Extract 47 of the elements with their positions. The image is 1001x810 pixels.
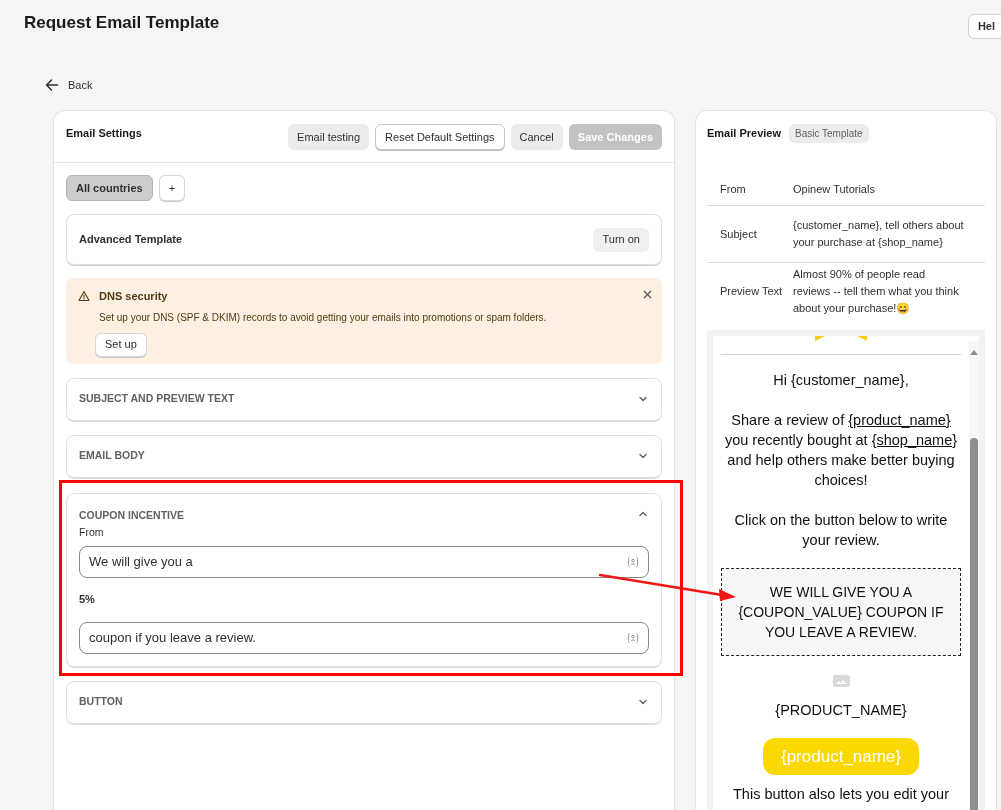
coupon-text: WE WILL GIVE YOU A {COUPON_VALUE} COUPON IF YOU LEAVE A REVIEW. bbox=[737, 583, 945, 642]
field-label: From bbox=[79, 525, 105, 541]
country-tab[interactable]: + bbox=[158, 175, 186, 201]
inline-link[interactable]: {product_name} bbox=[848, 412, 951, 428]
row-label: From bbox=[719, 181, 747, 197]
text-input-field[interactable]: We will give you a bbox=[79, 546, 649, 578]
coupon-value-label: 5% bbox=[79, 592, 96, 607]
toolbar-button[interactable]: Reset Default Settings bbox=[375, 124, 505, 150]
row-value: Opinew Tutorials bbox=[793, 181, 876, 197]
scrollbar[interactable] bbox=[969, 341, 979, 810]
section-header[interactable]: SUBJECT AND PREVIEW TEXT bbox=[79, 378, 649, 420]
alert-message: Set up your DNS (SPF & DKIM) records to avoid getting your emails into promotions or spam folders. bbox=[99, 310, 548, 325]
section-header[interactable]: BUTTON bbox=[79, 681, 649, 723]
row-label: Subject bbox=[719, 226, 758, 242]
logo-drawing bbox=[815, 336, 867, 341]
close-icon[interactable] bbox=[643, 290, 652, 299]
turn-on-button[interactable]: Turn on bbox=[593, 227, 649, 252]
panel-title: Email Preview bbox=[707, 126, 781, 142]
inline-link[interactable]: {shop_name} bbox=[871, 432, 958, 448]
setup-button[interactable]: Set up bbox=[95, 332, 147, 357]
toolbar-button[interactable]: Email testing bbox=[288, 124, 370, 150]
page-title: Request Email Template bbox=[24, 13, 220, 33]
toolbar-button[interactable]: Cancel bbox=[510, 124, 563, 150]
template-badge: Basic Template bbox=[789, 124, 869, 143]
card-title: Advanced Template bbox=[79, 232, 183, 248]
back-arrow-icon bbox=[45, 78, 59, 93]
product-title: {PRODUCT_NAME} bbox=[775, 701, 907, 720]
text-input-field[interactable]: coupon if you leave a review. bbox=[79, 621, 649, 654]
section-header[interactable]: EMAIL BODY bbox=[79, 435, 649, 477]
panel-title: Email Settings bbox=[66, 126, 142, 141]
scroll-up-icon[interactable] bbox=[969, 349, 979, 356]
row-value: Almost 90% of people read reviews -- tell them what you think about your purchase!😄 bbox=[793, 267, 960, 316]
greeting-text: Hi {customer_name}, bbox=[773, 371, 909, 390]
row-label: Preview Text bbox=[719, 284, 784, 299]
image-placeholder-icon bbox=[832, 675, 850, 687]
back-link[interactable]: Back bbox=[45, 77, 93, 94]
footer-text: This button also lets you edit your bbox=[733, 785, 949, 803]
country-tab[interactable]: All countries bbox=[66, 175, 153, 201]
alert-title: DNS security bbox=[99, 289, 168, 304]
variable-icon[interactable] bbox=[627, 556, 639, 568]
warning-icon bbox=[78, 290, 90, 303]
row-value: {customer_name}, tell others about your purchase at {shop_name} bbox=[793, 218, 965, 250]
instruction-text: Click on the button below to write your review. bbox=[733, 511, 949, 550]
section-header[interactable]: COUPON INCENTIVE bbox=[79, 507, 649, 524]
help-button[interactable]: Hel bbox=[967, 14, 1001, 39]
body-paragraph: Share a review of {product_name} you recently bought at {shop_name} and help others make better buying choices! bbox=[723, 411, 959, 490]
variable-icon[interactable] bbox=[627, 631, 639, 644]
